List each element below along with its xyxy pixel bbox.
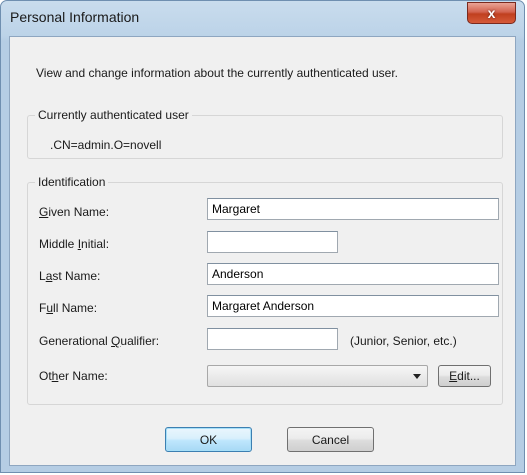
other-name-label: Other Name: xyxy=(39,369,108,383)
full-name-field[interactable] xyxy=(207,295,499,317)
close-button[interactable]: x xyxy=(467,2,516,24)
last-name-label: Last Name: xyxy=(39,269,101,283)
window-title: Personal Information xyxy=(10,9,140,25)
close-icon: x xyxy=(487,5,496,21)
last-name-field[interactable] xyxy=(207,263,499,285)
middle-initial-label: Middle Initial: xyxy=(39,237,110,251)
cancel-button[interactable]: Cancel xyxy=(287,427,374,452)
ok-button[interactable]: OK xyxy=(165,427,252,452)
middle-initial-field[interactable] xyxy=(207,231,338,253)
authenticated-user-legend: Currently authenticated user xyxy=(35,108,192,122)
identification-group: Identification Given Name: Middle Initia… xyxy=(27,175,503,405)
generational-qualifier-label: Generational Qualifier: xyxy=(39,334,160,348)
dialog-window: Personal Information x View and change i… xyxy=(0,0,525,473)
edit-other-name-button[interactable]: Edit... xyxy=(438,365,491,387)
authenticated-user-group: Currently authenticated user .CN=admin.O… xyxy=(27,108,503,159)
full-name-label: Full Name: xyxy=(39,301,98,315)
identification-legend: Identification xyxy=(35,175,109,189)
title-bar[interactable]: Personal Information x xyxy=(1,1,524,35)
given-name-field[interactable] xyxy=(207,198,499,220)
authenticated-user-value: .CN=admin.O=novell xyxy=(50,138,162,152)
intro-text: View and change information about the cu… xyxy=(36,66,399,80)
dialog-client-area: View and change information about the cu… xyxy=(9,36,516,466)
generational-qualifier-field[interactable] xyxy=(207,328,338,350)
chevron-down-icon xyxy=(413,374,421,379)
generational-qualifier-hint: (Junior, Senior, etc.) xyxy=(350,334,457,348)
given-name-label: Given Name: xyxy=(39,205,110,219)
other-name-dropdown[interactable] xyxy=(207,365,428,387)
